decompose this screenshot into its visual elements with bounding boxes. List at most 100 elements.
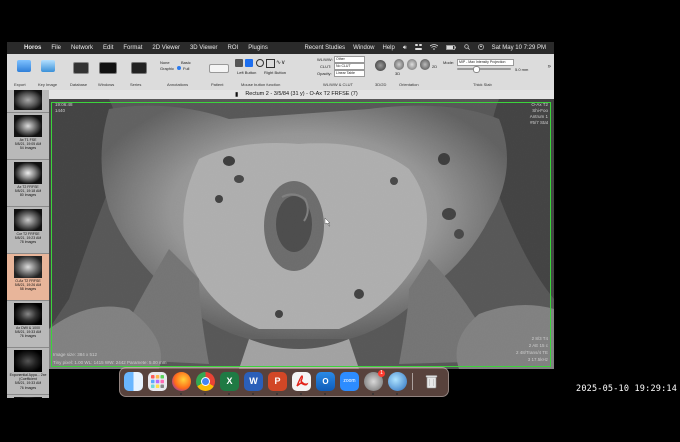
series-thumb-image	[14, 115, 42, 137]
thickness-slider[interactable]	[457, 68, 511, 70]
key-image-label: Key Image	[38, 82, 58, 87]
roi-tool-icon[interactable]: ∿∨	[276, 59, 286, 66]
series-thumb-text: Cor T2 FRFSE 5/8/21, 19:23 AM 78 Images	[14, 232, 42, 245]
thickness-value: 5.0 mm	[515, 67, 529, 72]
battery-icon[interactable]	[442, 44, 460, 52]
pencil-tool-icon[interactable]	[235, 59, 243, 67]
key-image-button[interactable]: Key Image	[37, 56, 59, 88]
series-thumb-image	[14, 303, 42, 325]
trash-icon[interactable]	[422, 372, 441, 391]
mac-screen: Horos File Network Edit Format 2D Viewer…	[7, 42, 554, 398]
menu-3d-viewer[interactable]: 3D Viewer	[185, 45, 223, 51]
annotation-basic-option[interactable]: Basic	[181, 60, 191, 65]
series-thumb-3[interactable]: Cor T2 FRFSE 5/8/21, 19:23 AM 78 Images	[7, 207, 49, 254]
head-3d-icon[interactable]	[394, 59, 404, 70]
series-thumb-1[interactable]: Ax T1 FSE 5/8/21, 19:05 AM 54 Images	[7, 113, 49, 160]
key-image-icon	[41, 60, 55, 72]
export-button[interactable]: Export	[11, 56, 37, 88]
menu-datetime[interactable]: Sat May 10 7:29 PM	[488, 45, 554, 51]
acrobat-icon[interactable]	[292, 372, 311, 391]
mpr-button[interactable]: 3D/2D	[371, 56, 391, 88]
excel-icon[interactable]: X	[220, 372, 239, 391]
outlook-icon[interactable]: O	[316, 372, 335, 391]
series-thumb-5[interactable]: Ax DWI & 1000 5/8/21, 19:33 AM 76 Images	[7, 301, 49, 348]
orient-3d-text: 3D	[395, 71, 401, 76]
mpr-label: 3D/2D	[375, 82, 387, 87]
menu-window[interactable]: Window	[349, 45, 378, 51]
finder-icon[interactable]	[124, 372, 143, 391]
annotation-full-radio-icon[interactable]	[177, 66, 181, 70]
series-thumb-text: O-Ax T2 FRFSE 5/8/21, 19:26 AM 58 Images	[14, 279, 42, 292]
menu-2d-viewer[interactable]: 2D Viewer	[147, 45, 185, 51]
word-icon[interactable]: W	[244, 372, 263, 391]
zoom-icon[interactable]: zoom	[340, 372, 359, 391]
wlww-select[interactable]: Other	[334, 56, 365, 63]
wifi-icon[interactable]	[426, 44, 442, 52]
patient-label: Patient	[211, 82, 224, 87]
head-axial-icon[interactable]	[407, 59, 417, 70]
series-thumb-7[interactable]	[7, 395, 49, 398]
menu-plugins[interactable]: Plugins	[243, 45, 273, 51]
patient-nav-icon[interactable]	[209, 64, 229, 73]
mode-select[interactable]: MIP - Max Intensity Projection	[457, 59, 514, 66]
powerpoint-icon[interactable]: P	[268, 372, 287, 391]
series-thumb-image	[14, 90, 42, 110]
windows-icon	[99, 62, 117, 74]
volume-icon[interactable]: 🔊︎	[399, 45, 411, 52]
user-switch-icon[interactable]	[474, 44, 488, 52]
series-thumb-text: Ax T2 FRFSE 5/8/21, 19:18 AM 80 Images	[14, 185, 42, 198]
opacity-select[interactable]: Linear Table	[334, 70, 365, 77]
search-icon[interactable]	[460, 44, 474, 52]
menu-network[interactable]: Network	[66, 45, 98, 51]
menu-roi[interactable]: ROI	[223, 45, 244, 51]
windows-label: Windows	[98, 82, 115, 87]
horos-icon[interactable]	[388, 372, 407, 391]
orientation-group: 3D 2D Orientation	[393, 56, 441, 88]
series-button[interactable]: Series	[125, 56, 151, 88]
image-viewer: ▮ Rectum 2 - 3/5/84 (31 y) - O-Ax T2 FRF…	[49, 90, 554, 398]
series-sidebar: Ax T1 FSE 5/8/21, 19:05 AM 54 Images Ax …	[7, 90, 49, 398]
thickness-slider-knob[interactable]	[473, 66, 480, 73]
windows-button[interactable]: Windows	[93, 56, 123, 88]
excel-running-indicator	[228, 393, 230, 395]
menu-recent-studies[interactable]: Recent Studies	[300, 45, 349, 51]
menu-app-name[interactable]: Horos	[19, 45, 46, 51]
launchpad-icon[interactable]	[148, 372, 167, 391]
series-thumb-text: Exponential Appa... 2xe (Coefficient 5/8…	[9, 373, 47, 390]
toolbar-overflow-icon[interactable]: »	[548, 64, 551, 70]
control-center-icon[interactable]	[411, 44, 426, 52]
annotation-none-option[interactable]: None	[160, 60, 170, 65]
horos-running-indicator	[396, 393, 398, 395]
mouse-function-label: Mouse button function	[241, 82, 281, 87]
viewer-toolbar: Export Key Image Database Windows Series…	[7, 54, 554, 91]
annotation-graphic-option[interactable]: Graphic	[160, 66, 174, 71]
move-tool-icon[interactable]	[266, 59, 275, 68]
menu-edit[interactable]: Edit	[98, 45, 118, 51]
menu-help[interactable]: Help	[379, 45, 399, 51]
system-settings-icon[interactable]: 1	[364, 370, 385, 391]
series-thumb-0[interactable]	[7, 90, 49, 113]
database-button[interactable]: Database	[67, 56, 93, 88]
right-button-text: Right Button	[264, 70, 287, 75]
series-thumb-2[interactable]: Ax T2 FRFSE 5/8/21, 19:18 AM 80 Images	[7, 160, 49, 207]
menu-file[interactable]: File	[46, 45, 66, 51]
recording-timestamp: 2025-05-10 19:29:14	[576, 384, 678, 394]
firefox-icon[interactable]	[172, 372, 191, 391]
menu-right: Recent Studies Window Help 🔊︎ Sat May 10…	[300, 44, 554, 52]
annotations-group: None Basic Graphic Full Annotations	[157, 56, 205, 88]
series-label: Series	[130, 82, 142, 87]
zoom-tool-icon[interactable]	[256, 59, 264, 67]
database-icon	[73, 62, 89, 74]
acrobat-running-indicator	[300, 393, 302, 395]
annotations-label: Annotations	[167, 82, 189, 87]
database-label: Database	[70, 82, 88, 87]
head-sagittal-icon[interactable]	[420, 59, 430, 70]
series-thumb-6[interactable]: Exponential Appa... 2xe (Coefficient 5/8…	[7, 348, 49, 395]
menu-format[interactable]: Format	[118, 45, 147, 51]
wlww-tool-icon[interactable]	[245, 59, 253, 67]
dock: X W P O zoom 1	[119, 367, 449, 397]
clut-select[interactable]: No CLUT	[334, 63, 365, 70]
chrome-icon[interactable]	[196, 372, 215, 391]
annotation-full-option[interactable]: Full	[183, 66, 189, 71]
series-thumb-4-selected[interactable]: O-Ax T2 FRFSE 5/8/21, 19:26 AM 58 Images	[7, 254, 49, 301]
